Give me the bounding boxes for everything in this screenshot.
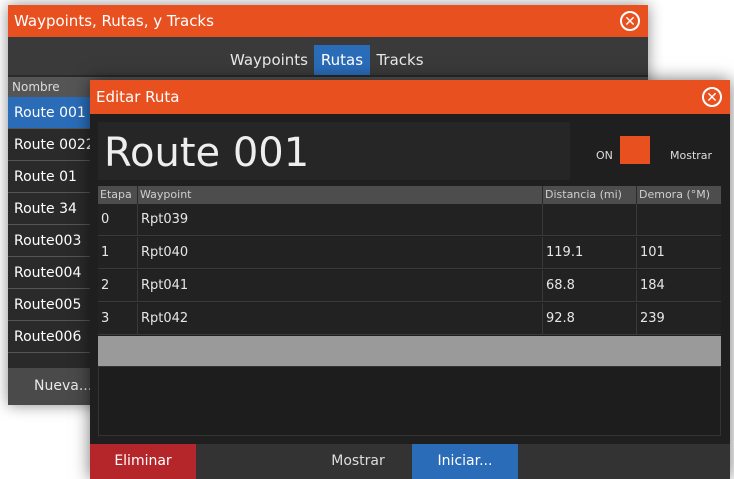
cell-bearing: 239 [640,311,665,326]
table-row[interactable]: 2 Rpt041 68.8 184 [98,270,721,302]
window-title: Waypoints, Rutas, y Tracks [8,5,648,37]
start-button[interactable]: Iniciar... [412,444,518,479]
route-list-item[interactable]: Route006 [8,321,92,353]
table-empty-area [98,366,721,436]
cell-distance: 68.8 [543,270,637,301]
toggle-state-label: ON [596,149,613,162]
route-list-item[interactable]: Route 34 [8,193,92,225]
route-list-item[interactable]: Route 0022 [8,129,92,161]
table-header: Etapa Waypoint Distancia (mi) Demora (°M… [98,186,721,204]
tab-tracks[interactable]: Tracks [372,45,428,75]
table-row[interactable]: 3 Rpt042 92.8 239 [98,303,721,335]
cell-stage: 0 [98,204,138,235]
cell-waypoint: Rpt039 [138,204,543,235]
delete-button[interactable]: Eliminar [90,444,196,479]
route-list-item[interactable]: Route 001 [8,97,92,129]
table-row[interactable]: 1 Rpt040 119.1 101 [98,237,721,269]
show-label: Mostrar [670,149,713,162]
cell-stage: 2 [98,270,138,301]
route-list-item[interactable]: Route003 [8,225,92,257]
col-stage[interactable]: Etapa [98,186,138,204]
table-row[interactable]: 0 Rpt039 [98,204,721,236]
route-list-item[interactable]: Route005 [8,289,92,321]
cell-stage: 1 [98,237,138,268]
show-button[interactable]: Mostrar [306,444,410,479]
show-toggle[interactable] [620,136,650,164]
cell-bearing [637,204,721,235]
route-list-item[interactable]: Route004 [8,257,92,289]
new-route-button[interactable]: Nueva... [8,368,92,405]
cell-stage: 3 [98,303,138,334]
route-list-item[interactable]: Route 01 [8,161,92,193]
cell-waypoint: Rpt040 [138,237,543,268]
dialog-title: Editar Ruta [90,80,730,114]
close-icon[interactable]: ✕ [620,11,640,31]
close-icon[interactable]: ✕ [702,87,722,107]
insert-row-placeholder[interactable] [98,336,721,366]
empty-button-slot [198,444,304,479]
cell-bearing: 184 [640,278,665,293]
tab-bar: Waypoints Rutas Tracks [8,37,648,75]
cell-waypoint: Rpt041 [138,270,543,301]
cell-bearing: 101 [640,245,665,260]
cell-distance [543,204,637,235]
col-distance[interactable]: Distancia (mi) [543,186,637,204]
tab-waypoints[interactable]: Waypoints [226,45,312,75]
cell-distance: 92.8 [543,303,637,334]
empty-button-slot [520,444,730,479]
edit-route-dialog: Editar Ruta ✕ Route 001 ON Mostrar Etapa… [90,80,730,479]
route-name-text: Route 001 [104,130,310,176]
tab-rutas[interactable]: Rutas [314,45,370,75]
col-bearing[interactable]: Demora (°M) [637,186,721,204]
cell-waypoint: Rpt042 [138,303,543,334]
cell-distance: 119.1 [543,237,637,268]
col-waypoint[interactable]: Waypoint [138,186,543,204]
